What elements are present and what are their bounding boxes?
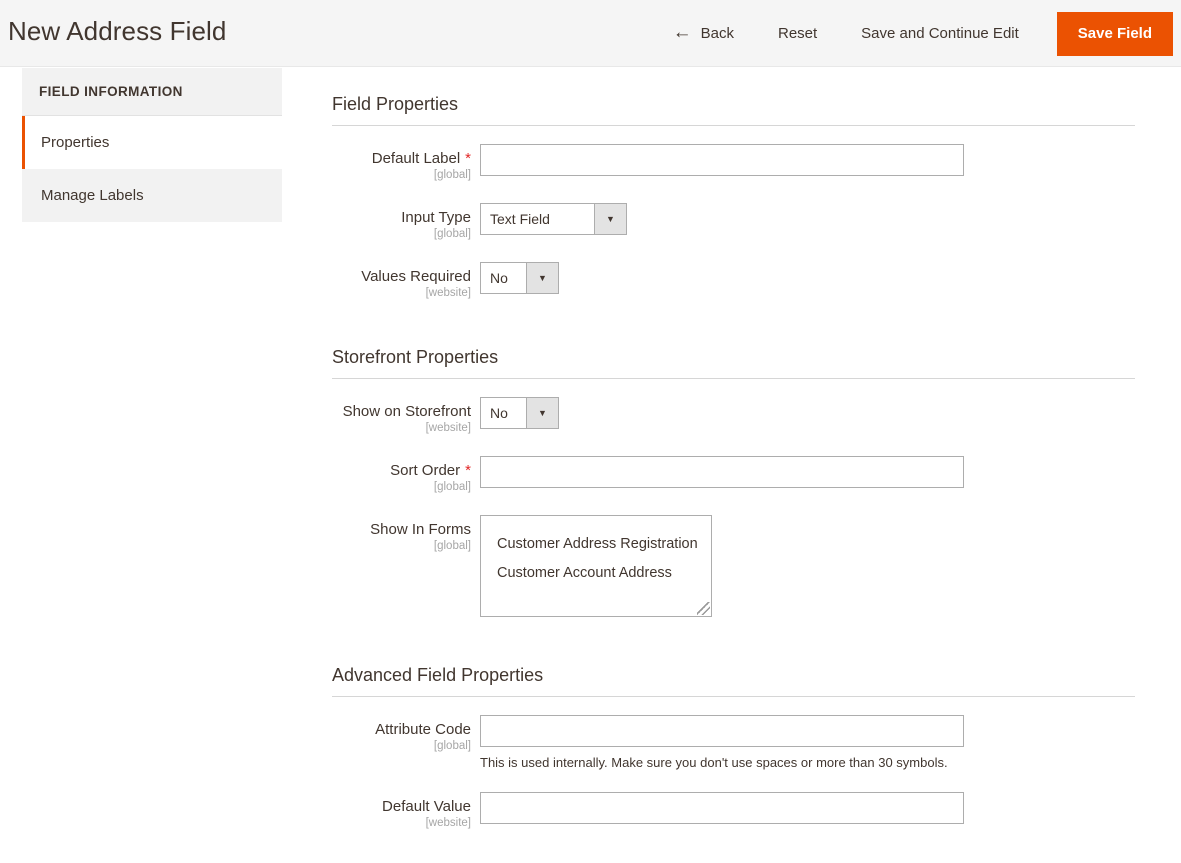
default-value-scope: [website]: [332, 817, 471, 829]
section-title-field-properties: Field Properties: [332, 68, 1137, 125]
sidebar-item-properties[interactable]: Properties: [22, 116, 282, 169]
show-on-storefront-select[interactable]: No ▼: [480, 397, 559, 429]
chevron-down-icon: ▼: [526, 398, 558, 428]
sort-order-scope: [global]: [332, 481, 471, 493]
field-row-values-required: Values Required [website] No ▼: [332, 262, 1137, 299]
show-on-storefront-selected-value: No: [481, 398, 526, 428]
field-row-default-value: Default Value [website]: [332, 792, 1137, 829]
sidebar-item-manage-labels[interactable]: Manage Labels: [22, 169, 282, 222]
field-row-show-in-forms: Show In Forms [global] Customer Address …: [332, 515, 1137, 617]
section-advanced-field-properties: Advanced Field Properties Attribute Code…: [332, 639, 1137, 829]
required-asterisk-icon: *: [465, 462, 471, 479]
arrow-left-icon: ←: [673, 23, 692, 42]
multiselect-option[interactable]: Customer Account Address: [497, 559, 711, 588]
show-in-forms-multiselect[interactable]: Customer Address Registration Customer A…: [480, 515, 712, 617]
section-storefront-properties: Storefront Properties Show on Storefront…: [332, 321, 1137, 617]
page-title: New Address Field: [8, 16, 226, 47]
save-field-button[interactable]: Save Field: [1057, 12, 1173, 56]
sort-order-label-text: Sort Order: [390, 462, 460, 479]
show-in-forms-scope: [global]: [332, 540, 471, 552]
multiselect-option[interactable]: Customer Address Registration: [497, 530, 711, 559]
sort-order-input[interactable]: [480, 456, 964, 488]
field-label-input-type: Input Type [global]: [332, 203, 480, 240]
sidebar-item-manage-labels-label: Manage Labels: [41, 187, 144, 204]
attribute-code-scope: [global]: [332, 740, 471, 752]
resize-handle-icon[interactable]: [697, 602, 710, 615]
page-header: New Address Field ← Back Reset Save and …: [0, 0, 1181, 67]
field-label-show-in-forms: Show In Forms [global]: [332, 515, 480, 552]
section-title-advanced-field-properties: Advanced Field Properties: [332, 639, 1137, 696]
input-type-select[interactable]: Text Field ▼: [480, 203, 627, 235]
section-divider: [332, 125, 1135, 126]
section-divider: [332, 378, 1135, 379]
field-label-values-required: Values Required [website]: [332, 262, 480, 299]
values-required-label-text: Values Required: [332, 268, 471, 285]
values-required-selected-value: No: [481, 263, 526, 293]
default-label-input[interactable]: [480, 144, 964, 176]
show-on-storefront-label-text: Show on Storefront: [332, 403, 471, 420]
section-title-storefront-properties: Storefront Properties: [332, 321, 1137, 378]
chevron-down-icon: ▼: [526, 263, 558, 293]
sidebar: FIELD INFORMATION Properties Manage Labe…: [22, 68, 282, 222]
required-asterisk-icon: *: [465, 150, 471, 167]
main-content: Field Properties Default Label * [global]…: [332, 68, 1137, 851]
back-button[interactable]: ← Back: [651, 14, 756, 54]
save-and-continue-edit-button[interactable]: Save and Continue Edit: [839, 14, 1041, 54]
field-label-show-on-storefront: Show on Storefront [website]: [332, 397, 480, 434]
default-label-scope: [global]: [332, 169, 471, 181]
back-button-label: Back: [701, 25, 734, 42]
field-row-sort-order: Sort Order * [global]: [332, 456, 1137, 493]
reset-button-label: Reset: [778, 25, 817, 42]
show-in-forms-label-text: Show In Forms: [332, 521, 471, 538]
reset-button[interactable]: Reset: [756, 14, 839, 54]
field-row-attribute-code: Attribute Code [global] This is used int…: [332, 715, 1137, 770]
default-label-label-text: Default Label: [372, 150, 460, 167]
attribute-code-note: This is used internally. Make sure you d…: [480, 755, 1137, 770]
input-type-selected-value: Text Field: [481, 204, 594, 234]
attribute-code-input[interactable]: [480, 715, 964, 747]
save-and-continue-edit-label: Save and Continue Edit: [861, 25, 1019, 42]
field-row-input-type: Input Type [global] Text Field ▼: [332, 203, 1137, 240]
default-value-input[interactable]: [480, 792, 964, 824]
field-label-default-label: Default Label * [global]: [332, 144, 480, 181]
field-row-show-on-storefront: Show on Storefront [website] No ▼: [332, 397, 1137, 434]
sidebar-item-properties-label: Properties: [41, 134, 109, 151]
sidebar-heading: FIELD INFORMATION: [22, 68, 282, 116]
show-on-storefront-scope: [website]: [332, 422, 471, 434]
field-label-sort-order: Sort Order * [global]: [332, 456, 480, 493]
values-required-scope: [website]: [332, 287, 471, 299]
field-label-default-value: Default Value [website]: [332, 792, 480, 829]
input-type-scope: [global]: [332, 228, 471, 240]
values-required-select[interactable]: No ▼: [480, 262, 559, 294]
chevron-down-icon: ▼: [594, 204, 626, 234]
section-divider: [332, 696, 1135, 697]
field-row-default-label: Default Label * [global]: [332, 144, 1137, 181]
field-label-attribute-code: Attribute Code [global]: [332, 715, 480, 752]
input-type-label-text: Input Type: [332, 209, 471, 226]
section-field-properties: Field Properties Default Label * [global]…: [332, 68, 1137, 299]
header-actions: ← Back Reset Save and Continue Edit Save…: [651, 0, 1173, 67]
default-value-label-text: Default Value: [332, 798, 471, 815]
attribute-code-label-text: Attribute Code: [332, 721, 471, 738]
